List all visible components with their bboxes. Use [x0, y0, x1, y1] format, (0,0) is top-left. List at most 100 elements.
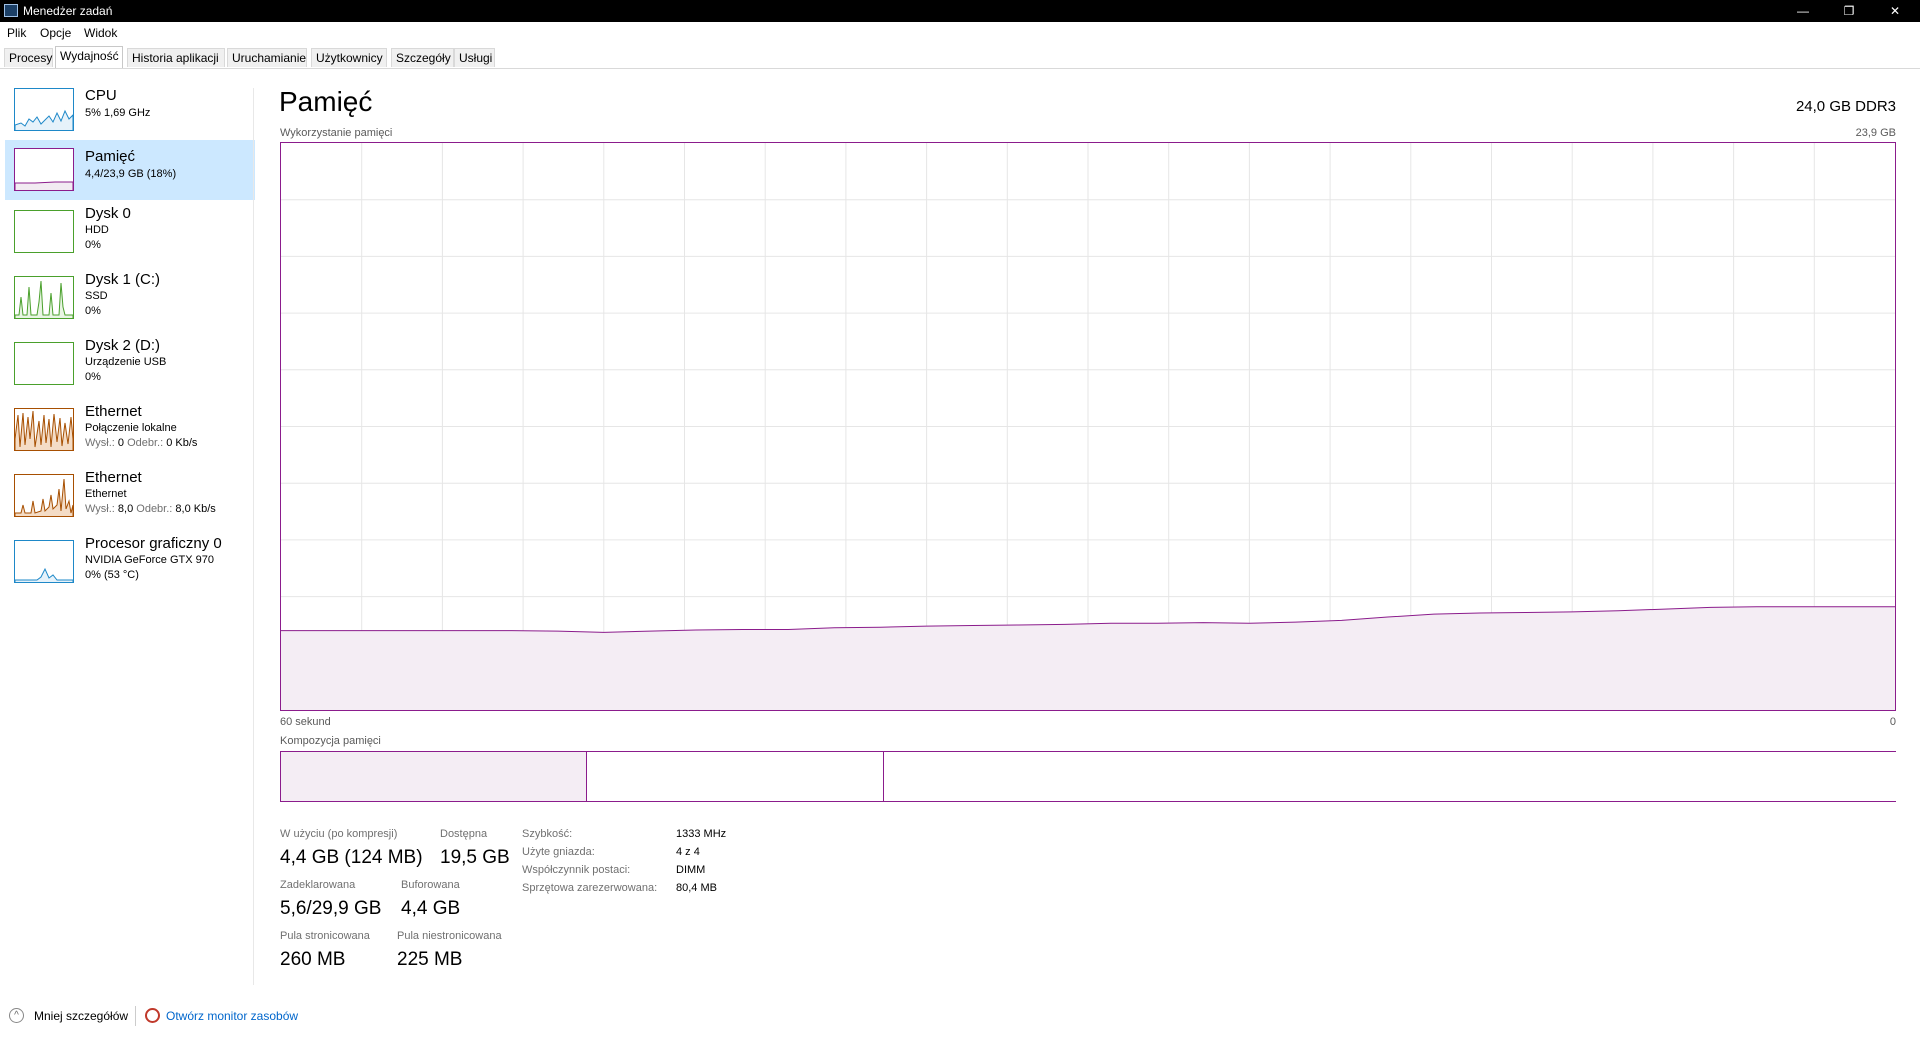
- footer-bar: ^ Mniej szczegółów Otwórz monitor zasobó…: [0, 1000, 1920, 1040]
- speed-value: 1333 MHz: [676, 828, 727, 840]
- network-throughput: Wysł.: 8,0 Odebr.: 8,0 Kb/s: [85, 502, 216, 517]
- committed-label: Zadeklarowana: [280, 879, 356, 891]
- nonpaged-pool-label: Pula niestronicowana: [397, 930, 502, 942]
- free-segment: [883, 752, 1901, 801]
- sidebar-item-title: Procesor graficzny 0: [85, 535, 222, 552]
- usage-graph-label: Wykorzystanie pamięci: [280, 127, 393, 139]
- receive-label: Odebr.:: [127, 437, 164, 449]
- resource-monitor-icon: [145, 1008, 160, 1023]
- title-bar: Menedżer zadań — ❐ ✕: [0, 0, 1920, 22]
- sidebar-item-line: 0%: [85, 371, 101, 383]
- task-manager-app-icon: [4, 4, 18, 17]
- cached-value: 4,4 GB: [401, 898, 461, 919]
- menu-plik[interactable]: Plik: [7, 26, 26, 40]
- sidebar-item-line: 4,4/23,9 GB (18%): [85, 168, 177, 180]
- menu-widok[interactable]: Widok: [84, 26, 117, 40]
- hardware-reserved-label: Sprzętowa zarezerwowana:: [522, 882, 658, 894]
- sidebar-item-title: Pamięć: [85, 148, 136, 165]
- send-label: Wysł.:: [85, 503, 115, 515]
- hardware-reserved-value: 80,4 MB: [676, 882, 717, 894]
- tab-strip: Procesy Wydajność Historia aplikacji Uru…: [0, 44, 1920, 69]
- tab-details[interactable]: Szczegóły: [391, 48, 454, 67]
- sidebar-item-disk-2[interactable]: Dysk 2 (D:) Urządzenie USB 0%: [5, 336, 255, 392]
- performance-sidebar: CPU 5% 1,69 GHz Pamięć 4,4/23,9 GB (18%)…: [0, 68, 258, 990]
- sidebar-item-ethernet-local[interactable]: Ethernet Połączenie lokalne Wysł.: 0 Ode…: [5, 402, 255, 458]
- tab-startup[interactable]: Uruchamianie: [227, 48, 307, 67]
- available-value: 19,5 GB: [440, 847, 510, 868]
- axis-left-label: 60 sekund: [280, 716, 331, 728]
- menu-bar: Plik Opcje Widok: [0, 22, 1920, 44]
- receive-value: 0 Kb/s: [166, 437, 198, 449]
- available-label: Dostępna: [440, 828, 488, 840]
- sidebar-item-line: 0%: [85, 305, 101, 317]
- memory-spec: 24,0 GB DDR3: [1795, 98, 1896, 115]
- close-button[interactable]: ✕: [1872, 0, 1918, 22]
- sidebar-item-title: Dysk 1 (C:): [85, 271, 160, 288]
- memory-usage-graph: [280, 142, 1896, 711]
- sidebar-item-line: 0%: [85, 239, 101, 251]
- sidebar-divider: [253, 88, 254, 985]
- tab-services[interactable]: Usługi: [454, 48, 495, 67]
- sidebar-item-line: HDD: [85, 224, 109, 236]
- disk-graph-icon: [14, 342, 74, 385]
- paged-pool-value: 260 MB: [280, 949, 346, 970]
- composition-label: Kompozycja pamięci: [280, 735, 381, 747]
- nonpaged-pool-value: 225 MB: [397, 949, 463, 970]
- fewer-details-button[interactable]: Mniej szczegółów: [34, 1009, 128, 1023]
- minimize-button[interactable]: —: [1780, 0, 1826, 22]
- open-resource-monitor-link[interactable]: Otwórz monitor zasobów: [166, 1009, 298, 1023]
- sidebar-item-line: Urządzenie USB: [85, 356, 167, 368]
- form-factor-value: DIMM: [676, 864, 706, 876]
- sidebar-item-line: Połączenie lokalne: [85, 422, 177, 434]
- sidebar-item-line: NVIDIA GeForce GTX 970: [85, 554, 214, 566]
- sidebar-item-line: 5% 1,69 GHz: [85, 107, 151, 119]
- slots-value: 4 z 4: [676, 846, 700, 858]
- network-throughput: Wysł.: 0 Odebr.: 0 Kb/s: [85, 436, 197, 451]
- window-title: Menedżer zadań: [23, 4, 113, 18]
- network-graph-icon: [14, 408, 74, 451]
- committed-value: 5,6/29,9 GB: [280, 898, 382, 919]
- send-value: 0: [117, 437, 125, 449]
- page-title: Pamięć: [279, 86, 373, 117]
- sidebar-item-disk-1[interactable]: Dysk 1 (C:) SSD 0%: [5, 270, 255, 326]
- tab-users[interactable]: Użytkownicy: [311, 48, 387, 67]
- receive-value: 8,0 Kb/s: [175, 503, 216, 515]
- sidebar-item-ethernet[interactable]: Ethernet Ethernet Wysł.: 8,0 Odebr.: 8,0…: [5, 468, 255, 524]
- send-label: Wysł.:: [85, 437, 115, 449]
- sidebar-item-line: 0% (53 °C): [85, 569, 139, 581]
- tab-performance[interactable]: Wydajność: [55, 46, 123, 68]
- disk-graph-icon: [14, 210, 74, 253]
- sidebar-item-line: Ethernet: [85, 488, 127, 500]
- slots-label: Użyte gniazda:: [522, 846, 595, 858]
- memory-composition-bar: [280, 751, 1901, 802]
- sidebar-item-memory[interactable]: Pamięć 4,4/23,9 GB (18%): [5, 140, 255, 200]
- restore-button[interactable]: ❐: [1826, 0, 1872, 22]
- gpu-graph-icon: [14, 540, 74, 583]
- in-use-value: 4,4 GB (124 MB): [280, 847, 423, 868]
- usage-graph-max: 23,9 GB: [1855, 127, 1896, 139]
- memory-usage-chart: [281, 143, 1895, 710]
- in-use-label: W użyciu (po kompresji): [280, 828, 398, 840]
- network-graph-icon: [14, 474, 74, 517]
- paged-pool-label: Pula stronicowana: [280, 930, 370, 942]
- receive-label: Odebr.:: [136, 503, 173, 515]
- sidebar-item-title: Ethernet: [85, 469, 142, 486]
- sidebar-item-title: Dysk 2 (D:): [85, 337, 160, 354]
- sidebar-item-disk-0[interactable]: Dysk 0 HDD 0%: [5, 204, 255, 260]
- modified-segment: [577, 752, 587, 801]
- speed-label: Szybkość:: [522, 828, 573, 840]
- sidebar-item-cpu[interactable]: CPU 5% 1,69 GHz: [5, 86, 255, 142]
- in-use-segment: [281, 752, 578, 801]
- tab-processes[interactable]: Procesy: [4, 48, 53, 67]
- sidebar-item-title: Dysk 0: [85, 205, 131, 222]
- sidebar-item-title: CPU: [85, 87, 117, 104]
- memory-graph-icon: [14, 148, 74, 191]
- axis-right-label: 0: [1889, 716, 1896, 728]
- chevron-up-icon[interactable]: ^: [9, 1008, 24, 1023]
- tab-app-history[interactable]: Historia aplikacji: [127, 48, 225, 67]
- sidebar-item-gpu-0[interactable]: Procesor graficzny 0 NVIDIA GeForce GTX …: [5, 534, 255, 590]
- cached-label: Buforowana: [401, 879, 460, 891]
- menu-opcje[interactable]: Opcje: [40, 26, 71, 40]
- footer-separator: [135, 1006, 136, 1026]
- disk-graph-icon: [14, 276, 74, 319]
